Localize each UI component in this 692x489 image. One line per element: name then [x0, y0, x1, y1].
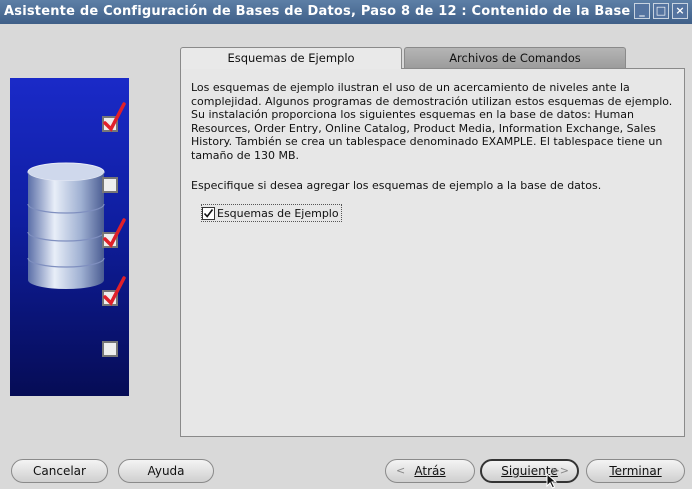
finish-button-label: Terminar — [609, 464, 662, 478]
title-bar[interactable]: Asistente de Configuración de Bases de D… — [0, 0, 692, 24]
cancel-button[interactable]: Cancelar — [11, 459, 108, 483]
back-button[interactable]: < Atrás — [385, 459, 475, 483]
red-checkmark-icon — [103, 276, 126, 306]
description-line: Los esquemas de ejemplo ilustran el uso … — [191, 81, 630, 94]
step-checkbox-2 — [102, 177, 118, 193]
sample-schemas-checkbox[interactable]: Esquemas de Ejemplo — [201, 204, 342, 222]
tab-sample-schemas[interactable]: Esquemas de Ejemplo — [180, 47, 402, 69]
step-checkbox-4 — [102, 276, 126, 306]
question-text: Especifique si desea agregar los esquema… — [191, 179, 602, 192]
checkmark-icon — [203, 208, 214, 218]
red-checkmark-icon — [103, 102, 126, 132]
description-line: complejidad. Algunos programas de demost… — [191, 94, 673, 108]
tab-custom-scripts[interactable]: Archivos de Comandos Personalizados — [404, 47, 626, 85]
close-button[interactable]: × — [672, 3, 688, 19]
red-checkmark-icon — [103, 218, 126, 248]
finish-button[interactable]: Terminar — [586, 459, 685, 483]
step-checkbox-1 — [102, 102, 126, 132]
checkbox-label: Esquemas de Ejemplo — [217, 206, 339, 220]
next-button[interactable]: Siguiente >> — [480, 459, 579, 483]
window-title: Asistente de Configuración de Bases de D… — [4, 4, 636, 19]
database-cylinder-icon — [27, 162, 105, 289]
maximize-button[interactable]: □ — [653, 3, 669, 19]
wizard-side-image — [10, 78, 129, 396]
description-line: History. También se crea un tablespace d… — [191, 135, 663, 149]
description-line: Resources, Order Entry, Online Catalog, … — [191, 121, 656, 135]
help-button[interactable]: Ayuda — [118, 459, 214, 483]
tab-content-panel: Los esquemas de ejemplo ilustran el uso … — [180, 68, 685, 437]
step-checkbox-5 — [102, 341, 118, 357]
back-button-label: Atrás — [414, 464, 446, 478]
mouse-cursor-icon — [546, 473, 558, 489]
description-text: Los esquemas de ejemplo ilustran el uso … — [191, 81, 679, 163]
back-arrow-icon: < — [396, 464, 406, 477]
description-line: tamaño de 130 MB. — [191, 148, 299, 162]
minimize-button[interactable]: _ — [634, 3, 650, 19]
step-checkbox-3 — [102, 218, 126, 248]
checkbox-box[interactable] — [202, 206, 215, 220]
description-line: Su instalación proporciona los siguiente… — [191, 108, 635, 122]
